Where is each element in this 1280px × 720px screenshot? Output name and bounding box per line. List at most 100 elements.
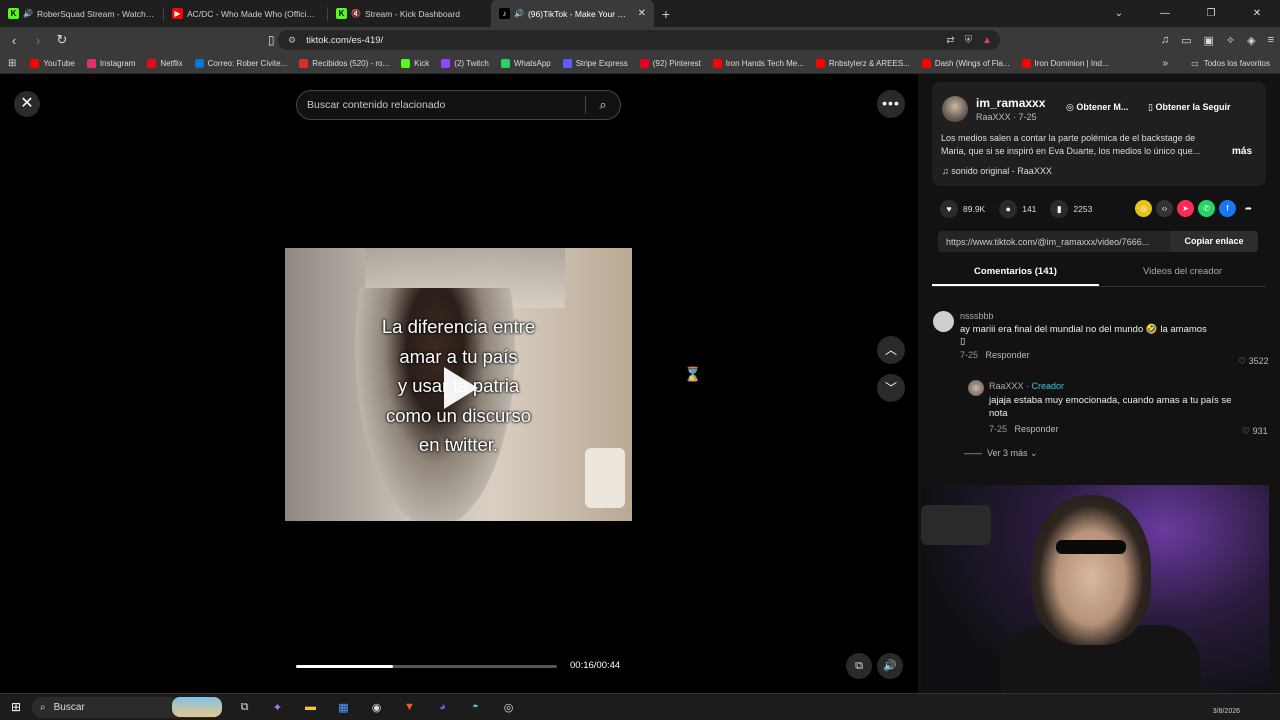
- bookmark-item[interactable]: WhatsApp: [500, 58, 551, 68]
- close-tab-icon[interactable]: ✕: [638, 8, 646, 19]
- share-arrow-icon[interactable]: ➦: [1240, 200, 1257, 217]
- obtain-2-label: Obtener la Seguir: [1155, 102, 1231, 112]
- avatar[interactable]: [968, 380, 984, 396]
- bookmark-icon: ▮: [1050, 200, 1069, 218]
- wallet-icon[interactable]: ▣: [1203, 34, 1213, 47]
- obs-icon[interactable]: ◉: [360, 701, 393, 714]
- new-tab-button[interactable]: +: [654, 6, 678, 22]
- task-view-icon[interactable]: ⧉: [228, 701, 261, 714]
- apps-grid-icon[interactable]: ⊞: [8, 58, 16, 69]
- bookmark-item[interactable]: (2) Twitch: [441, 58, 489, 68]
- brave-rewards-icon[interactable]: ▲: [982, 35, 992, 46]
- obtain-button-1[interactable]: ◎ Obtener M...: [1066, 102, 1128, 113]
- chevron-down-icon: ⌄: [1027, 448, 1038, 458]
- vpn-icon[interactable]: ◈: [1247, 34, 1255, 47]
- ai-icon[interactable]: ✧: [1226, 34, 1235, 47]
- bookmark-item[interactable]: Iron Hands Tech Me...: [712, 58, 804, 68]
- comment-like-button[interactable]: ♡ 931: [1242, 426, 1268, 437]
- avatar[interactable]: [933, 311, 954, 332]
- browser-tab-3[interactable]: K 🔇 Stream - Kick Dashboard: [328, 0, 491, 27]
- sound-link[interactable]: ♫ sonido original - RaaXXX: [942, 166, 1052, 176]
- search-icon[interactable]: ⌕: [586, 97, 620, 113]
- bookmark-favicon-icon: [500, 58, 510, 68]
- bookmark-item[interactable]: Rnbstylerz & AREES...: [815, 58, 910, 68]
- back-icon[interactable]: ‹: [4, 33, 24, 48]
- previous-video-button[interactable]: ︿: [877, 336, 905, 364]
- bookmark-label: (92) Pinterest: [652, 58, 701, 68]
- bookmark-item[interactable]: Kick: [401, 58, 429, 68]
- forward-icon[interactable]: ›: [28, 33, 48, 48]
- bookmark-item[interactable]: Instagram: [86, 58, 135, 68]
- bookmark-item[interactable]: Correo: Rober Civite...: [194, 58, 287, 68]
- avatar[interactable]: [942, 96, 968, 122]
- post-username[interactable]: im_ramaxxx: [976, 96, 1045, 110]
- copy-link-button[interactable]: Copiar enlace: [1170, 231, 1258, 252]
- taskbar-search[interactable]: ⌕ Buscar: [32, 696, 222, 718]
- tab-creator-videos[interactable]: Videos del creador: [1099, 262, 1266, 286]
- bookmark-item[interactable]: Stripe Express: [562, 58, 628, 68]
- reload-icon[interactable]: ↻: [52, 32, 72, 48]
- next-video-button[interactable]: ﹀: [877, 374, 905, 402]
- search-input[interactable]: Buscar contenido relacionado ⌕: [296, 90, 621, 120]
- sidebar-icon[interactable]: ▭: [1181, 34, 1191, 47]
- close-window-icon[interactable]: ✕: [1234, 0, 1280, 27]
- view-more-replies[interactable]: —— Ver 3 más ⌄: [964, 448, 1038, 459]
- send-icon[interactable]: ➤: [1177, 200, 1194, 217]
- site-info-icon[interactable]: ⚙: [288, 35, 296, 46]
- music-note-icon: ♫: [942, 166, 952, 176]
- more-text-button[interactable]: más: [1232, 146, 1252, 157]
- more-bookmarks-icon[interactable]: »: [1162, 58, 1168, 69]
- tab-list-icon[interactable]: ⌄: [1096, 0, 1142, 27]
- comment-like-button[interactable]: ♡ 3522: [1238, 356, 1269, 367]
- menu-icon[interactable]: ≡: [1268, 34, 1274, 46]
- bookmark-icon[interactable]: ▯: [268, 33, 275, 47]
- translate-icon[interactable]: ⇄: [946, 35, 954, 46]
- volume-icon[interactable]: 🔊: [877, 653, 903, 679]
- reply-button[interactable]: Responder: [1015, 424, 1059, 434]
- bookmark-item[interactable]: (92) Pinterest: [639, 58, 701, 68]
- play-icon[interactable]: [444, 367, 478, 409]
- bookmark-item[interactable]: Netflix: [147, 58, 183, 68]
- coin-icon[interactable]: ◎: [1135, 200, 1152, 217]
- app-icon[interactable]: ◎: [492, 701, 525, 714]
- steam-icon[interactable]: ◓: [459, 701, 492, 714]
- comment-button[interactable]: ● 141: [999, 200, 1036, 218]
- brave-icon[interactable]: ▼: [393, 701, 426, 714]
- more-options-button[interactable]: •••: [877, 90, 905, 118]
- reply-button[interactable]: Responder: [986, 350, 1030, 360]
- comment-username[interactable]: nsssbbb: [960, 311, 1240, 321]
- copilot-icon[interactable]: ✦: [261, 701, 294, 714]
- like-button[interactable]: ♥ 89.9K: [940, 200, 985, 218]
- file-explorer-icon[interactable]: ▬: [294, 701, 327, 714]
- store-icon[interactable]: ▦: [327, 701, 360, 714]
- browser-tab-4-active[interactable]: ♪ 🔊 (96)TikTok - Make Your Day ✕: [491, 0, 654, 27]
- taskbar-apps: ⧉ ✦ ▬ ▦ ◉ ▼ ◕ ◓ ◎: [228, 701, 525, 714]
- embed-icon[interactable]: ‹›: [1156, 200, 1173, 217]
- heart-outline-icon: ♡: [1238, 356, 1249, 366]
- close-video-button[interactable]: ✕: [14, 91, 40, 117]
- all-bookmarks-button[interactable]: ▭ Todos los favoritos: [1191, 59, 1270, 68]
- save-button[interactable]: ▮ 2253: [1050, 200, 1092, 218]
- bookmark-item[interactable]: Recibidos (520) - ro...: [299, 58, 389, 68]
- bookmark-item[interactable]: Dash (Wings of Fla...: [921, 58, 1010, 68]
- video-progress-bar[interactable]: [296, 665, 557, 668]
- brave-shield-icon[interactable]: ⛨: [965, 35, 973, 46]
- pip-icon[interactable]: ⧉: [846, 653, 872, 679]
- discord-icon[interactable]: ◕: [426, 701, 459, 714]
- facebook-icon[interactable]: f: [1219, 200, 1236, 217]
- url-field[interactable]: ⚙ tiktok.com/es-419/ ⇄ ⛨ ▲: [278, 30, 1000, 50]
- browser-tab-2[interactable]: ▶ AC/DC - Who Made Who (Official HD: [164, 0, 327, 27]
- obtain-button-2[interactable]: ▯ Obtener la Seguir: [1148, 102, 1258, 113]
- windows-start-icon[interactable]: ⊞: [0, 700, 32, 714]
- restore-icon[interactable]: ❐: [1188, 0, 1234, 27]
- search-placeholder: Buscar contenido relacionado: [307, 99, 446, 111]
- reply-username[interactable]: RaaXXX: [989, 381, 1024, 391]
- browser-tab-1[interactable]: K 🔊 RoberSquad Stream - Watch Live: [0, 0, 163, 27]
- minimize-icon[interactable]: —: [1142, 0, 1188, 27]
- video-link-field[interactable]: https://www.tiktok.com/@im_ramaxxx/video…: [938, 231, 1258, 252]
- bookmark-item[interactable]: YouTube: [30, 58, 75, 68]
- tab-comments[interactable]: Comentarios (141): [932, 262, 1099, 286]
- media-icon[interactable]: ♫: [1161, 34, 1169, 46]
- bookmark-item[interactable]: Iron Dominion | Ind...: [1021, 58, 1109, 68]
- whatsapp-icon[interactable]: ✆: [1198, 200, 1215, 217]
